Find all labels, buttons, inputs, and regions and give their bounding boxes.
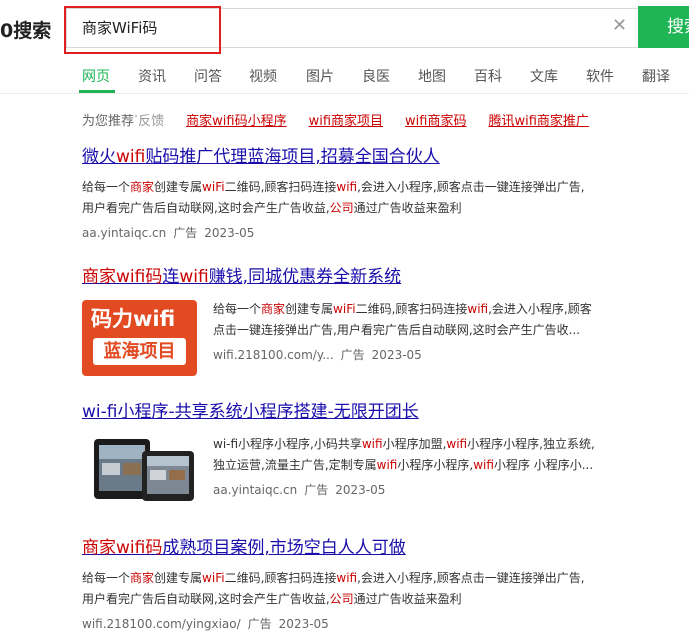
tab-images[interactable]: 图片 [306, 66, 362, 92]
result-thumbnail[interactable]: 码力wifi 蓝海项目 [82, 300, 197, 376]
recommend-link[interactable]: 商家wifi码小程序 [186, 110, 286, 129]
result-title[interactable]: 商家wifi码成熟项目案例,市场空白人人可做 [82, 537, 642, 559]
result-item: 微火wifi贴码推广代理蓝海项目,招募全国合伙人 给每一个商家创建专属wiFi二… [82, 146, 642, 241]
tab-software[interactable]: 软件 [586, 66, 642, 92]
feedback-link[interactable]: 反馈 [138, 110, 164, 129]
header-divider [0, 93, 689, 94]
result-date: 2023-05 [204, 226, 255, 240]
tab-video[interactable]: 视频 [249, 66, 306, 92]
logo[interactable]: 0搜索 [0, 16, 51, 43]
query-highlight-box [64, 6, 221, 54]
result-description: 给每一个商家创建专属wiFi二维码,顾客扫码连接wifi,会进入小程序,顾客点击… [82, 571, 585, 606]
tab-doctor[interactable]: 良医 [362, 66, 418, 92]
ad-badge: 广告 [340, 348, 365, 362]
thumbnail-text: 蓝海项目 [93, 338, 186, 365]
result-meta: aa.yintaiqc.cn 广告 2023-05 [213, 481, 623, 498]
recommend-link[interactable]: 腾讯wifi商家推广 [488, 110, 588, 129]
tab-qa[interactable]: 问答 [194, 66, 249, 92]
recommend-link[interactable]: wifi商家项目 [309, 110, 383, 129]
result-meta: wifi.218100.com/yingxiao/广告 2023-05 [82, 615, 642, 632]
result-title[interactable]: wi-fi小程序-共享系统小程序搭建-无限开团长 [82, 401, 642, 423]
result-description: wi-fi小程序小程序,小码共享wifi小程序加盟,wifi小程序小程序,独立系… [213, 434, 623, 498]
result-description: 给每一个商家创建专属wiFi二维码,顾客扫码连接wifi,会进入小程序,顾客 点… [213, 299, 623, 363]
result-title[interactable]: 商家wifi码连wifi赚钱,同城优惠券全新系统 [82, 266, 642, 288]
result-title[interactable]: 微火wifi贴码推广代理蓝海项目,招募全国合伙人 [82, 146, 642, 168]
ad-badge: 广告 [304, 483, 329, 497]
recommend-link[interactable]: wifi商家码 [405, 110, 466, 129]
result-date: 2023-05 [335, 483, 386, 497]
ad-badge: 广告 [173, 226, 198, 240]
result-url[interactable]: aa.yintaiqc.cn [82, 226, 166, 240]
tab-translate[interactable]: 翻译 [642, 66, 670, 92]
recommend-label: 为您推荐 [82, 114, 135, 129]
tab-wenku[interactable]: 文库 [530, 66, 586, 92]
tab-web[interactable]: 网页 [82, 66, 138, 92]
result-description: 给每一个商家创建专属wiFi二维码,顾客扫码连接wifi,会进入小程序,顾客点击… [82, 180, 585, 215]
result-meta: aa.yintaiqc.cn 广告 2023-05 [82, 224, 642, 241]
result-meta: wifi.218100.com/y... 广告 2023-05 [213, 346, 623, 363]
result-url[interactable]: wifi.218100.com/yingxiao/ [82, 617, 241, 631]
recommend-bar: 为您推荐 · 反馈 商家wifi码小程序 wifi商家项目 wifi商家码 腾讯… [82, 110, 589, 129]
result-date: 2023-05 [278, 617, 329, 631]
tab-bar: 网页 资讯 问答 视频 图片 良医 地图 百科 文库 软件 翻译 [82, 66, 670, 92]
search-button[interactable]: 搜索 [638, 6, 689, 48]
close-icon[interactable]: ✕ [612, 16, 627, 36]
result-item: wi-fi小程序-共享系统小程序搭建-无限开团长 wi-fi小程序小程序,小码共… [82, 401, 642, 513]
result-url[interactable]: aa.yintaiqc.cn [213, 483, 297, 497]
ad-badge: 广告 [247, 617, 272, 631]
result-item: 商家wifi码连wifi赚钱,同城优惠券全新系统 码力wifi 蓝海项目 给每一… [82, 266, 642, 376]
thumbnail-text: 码力wifi [91, 307, 176, 331]
tab-map[interactable]: 地图 [418, 66, 474, 92]
tab-baike[interactable]: 百科 [474, 66, 530, 92]
result-thumbnail[interactable] [92, 437, 207, 513]
tab-news[interactable]: 资讯 [138, 66, 194, 92]
result-item: 商家wifi码成熟项目案例,市场空白人人可做 给每一个商家创建专属wiFi二维码… [82, 537, 642, 632]
result-date: 2023-05 [371, 348, 422, 362]
result-url[interactable]: wifi.218100.com/y... [213, 348, 334, 362]
